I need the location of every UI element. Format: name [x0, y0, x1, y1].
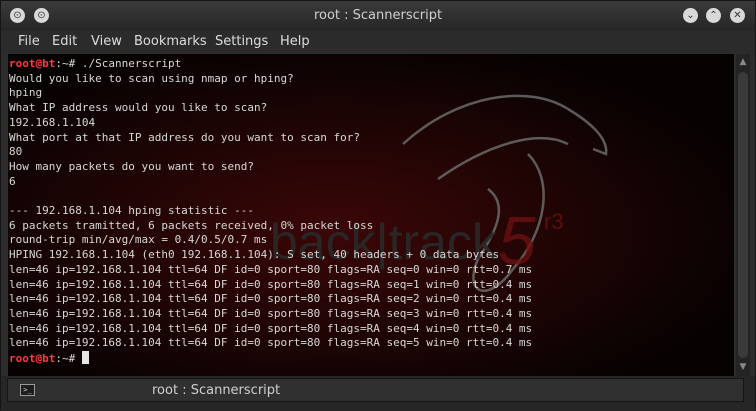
output-line: Would you like to scan using nmap or hpi… — [9, 72, 532, 87]
output-line: hping — [9, 86, 532, 101]
output-line: 80 — [9, 145, 532, 160]
maximize-button[interactable]: ⌃ — [706, 8, 721, 23]
output-line: How many packets do you want to send? — [9, 160, 532, 175]
line-text: len=46 ip=192.168.1.104 ttl=64 DF id=0 s… — [9, 321, 533, 335]
output-line: 6 — [9, 175, 532, 190]
tab-bar: >_ root : Scannerscript — [1, 376, 755, 411]
output-line: 6 packets tramitted, 6 packets received,… — [9, 219, 532, 234]
wallpaper-release: r3 — [544, 209, 564, 234]
output-line: HPING 192.168.1.104 (eth0 192.168.1.104)… — [9, 248, 532, 263]
line-text: len=46 ip=192.168.1.104 ttl=64 DF id=0 s… — [9, 336, 533, 350]
line-text: 80 — [9, 145, 23, 159]
output-line — [9, 189, 532, 204]
terminal-lines: root@bt:~# ./Scannerscript Would you like… — [9, 57, 532, 367]
output-line: 192.168.1.104 — [9, 116, 532, 131]
menu-file[interactable]: File — [18, 34, 40, 49]
close-button[interactable]: ✕ — [730, 8, 745, 23]
scroll-thumb[interactable] — [738, 72, 748, 358]
text-cursor — [81, 351, 89, 365]
terminal-icon: >_ — [20, 384, 35, 396]
prompt-path: :~# — [55, 57, 82, 70]
menu-bookmarks[interactable]: Bookmarks — [134, 34, 207, 49]
scroll-down-icon[interactable]: ▼ — [737, 361, 749, 373]
title-bar[interactable]: ⊙ ⊙ root : Scannerscript ⌄ ⌃ ✕ — [1, 1, 755, 31]
output-line: len=46 ip=192.168.1.104 ttl=64 DF id=0 s… — [9, 292, 532, 307]
line-text: 192.168.1.104 — [9, 115, 96, 129]
menu-help[interactable]: Help — [280, 34, 310, 49]
line-text: HPING 192.168.1.104 (eth0 192.168.1.104)… — [9, 248, 500, 262]
menu-edit[interactable]: Edit — [52, 34, 77, 49]
tab-title: root : Scannerscript — [152, 383, 281, 398]
line-text: round-trip min/avg/max = 0.4/0.5/0.7 ms — [9, 233, 268, 247]
terminal-window: ⊙ ⊙ root : Scannerscript ⌄ ⌃ ✕ File Edit… — [0, 0, 756, 411]
menu-view[interactable]: View — [91, 34, 122, 49]
output-line: len=46 ip=192.168.1.104 ttl=64 DF id=0 s… — [9, 336, 532, 351]
line-text: 6 packets tramitted, 6 packets received,… — [9, 218, 374, 232]
line-text: ./Scannerscript — [81, 57, 182, 70]
output-line: round-trip min/avg/max = 0.4/0.5/0.7 ms — [9, 233, 532, 248]
line-text: len=46 ip=192.168.1.104 ttl=64 DF id=0 s… — [9, 292, 533, 306]
menu-settings[interactable]: Settings — [215, 34, 268, 49]
prompt-line: root@bt:~# ./Scannerscript — [9, 57, 532, 72]
minimize-button[interactable]: ⌄ — [683, 8, 698, 23]
line-text: len=46 ip=192.168.1.104 ttl=64 DF id=0 s… — [9, 306, 533, 320]
tab-root-scannerscript[interactable]: >_ root : Scannerscript — [7, 378, 744, 402]
prompt-path: :~# — [55, 352, 82, 366]
line-text: Would you like to scan using nmap or hpi… — [9, 71, 294, 85]
terminal-output[interactable]: back|track 5 r3 root@bt:~# ./Scannerscri… — [8, 54, 734, 376]
line-text: hping — [9, 86, 43, 100]
output-line: What port at that IP address do you want… — [9, 131, 532, 146]
output-line: len=46 ip=192.168.1.104 ttl=64 DF id=0 s… — [9, 278, 532, 293]
line-text: What port at that IP address do you want… — [9, 130, 360, 144]
output-line: --- 192.168.1.104 hping statistic --- — [9, 204, 532, 219]
output-line: len=46 ip=192.168.1.104 ttl=64 DF id=0 s… — [9, 307, 532, 322]
line-text: --- 192.168.1.104 hping statistic --- — [9, 204, 255, 218]
prompt-user: root@bt — [9, 57, 56, 70]
line-text: len=46 ip=192.168.1.104 ttl=64 DF id=0 s… — [9, 277, 533, 291]
line-text: What IP address would you like to scan? — [9, 101, 268, 115]
output-line: What IP address would you like to scan? — [9, 101, 532, 116]
line-text: 6 — [9, 174, 16, 188]
scroll-up-icon[interactable]: ▲ — [737, 56, 749, 68]
output-line: len=46 ip=192.168.1.104 ttl=64 DF id=0 s… — [9, 263, 532, 278]
prompt-user: root@bt — [9, 352, 56, 366]
line-text: How many packets do you want to send? — [9, 159, 255, 173]
prompt-line: root@bt:~# — [9, 351, 532, 367]
window-title: root : Scannerscript — [313, 8, 443, 23]
scrollbar[interactable]: ▲ ▼ — [736, 54, 750, 376]
output-line: len=46 ip=192.168.1.104 ttl=64 DF id=0 s… — [9, 322, 532, 337]
line-text: len=46 ip=192.168.1.104 ttl=64 DF id=0 s… — [9, 262, 533, 276]
menu-bar: File Edit View Bookmarks Settings Help — [1, 31, 755, 53]
